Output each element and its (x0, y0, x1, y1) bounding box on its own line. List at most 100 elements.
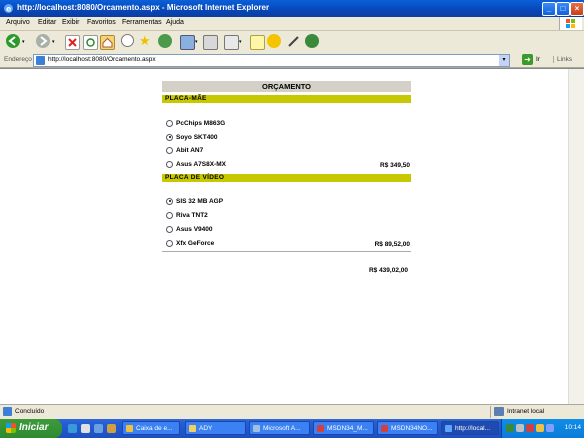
close-button[interactable]: × (570, 2, 584, 16)
address-bar: Endereço http://localhost:8080/Orcamento… (0, 53, 584, 68)
radio-button[interactable] (166, 225, 173, 233)
page-done-icon (3, 407, 12, 416)
option-soyo[interactable]: Soyo SKT400 (166, 133, 218, 142)
menu-editar[interactable]: Editar (38, 19, 56, 26)
radio-button[interactable] (166, 239, 173, 247)
mail-dropdown-icon[interactable]: ▾ (195, 39, 198, 45)
vertical-scrollbar[interactable] (568, 69, 584, 405)
section-price: R$ 89,52,00 (374, 241, 410, 248)
menu-arquivo[interactable]: Arquivo (6, 19, 30, 26)
doc-task-icon (317, 425, 324, 432)
tray-icon[interactable] (536, 424, 544, 432)
window-title: http://localhost:8080/Orcamento.aspx - M… (17, 3, 270, 12)
research-icon[interactable] (287, 35, 300, 48)
ie-icon: e (4, 4, 13, 14)
task-msdn34no[interactable]: MSDN34NO... (377, 421, 438, 435)
discuss-icon[interactable] (250, 35, 265, 50)
print-icon[interactable] (203, 35, 218, 50)
start-button[interactable]: Iniciar (0, 419, 62, 438)
home-icon[interactable] (100, 35, 115, 50)
mail-task-icon (126, 425, 133, 432)
status-text: Concluído (15, 408, 45, 415)
radio-button[interactable] (166, 119, 173, 127)
refresh-icon[interactable] (83, 35, 98, 50)
section-placa-video: PLACA DE VÍDEO (162, 174, 411, 182)
favorites-icon[interactable]: ★ (139, 33, 151, 49)
status-bar: Concluído Intranet local (0, 404, 584, 419)
app-task-icon (253, 425, 260, 432)
menu-bar: Arquivo Editar Exibir Favoritos Ferramen… (0, 17, 584, 31)
address-dropdown-icon[interactable]: ▾ (499, 55, 509, 66)
address-field[interactable]: http://localhost:8080/Orcamento.aspx ▾ (33, 54, 510, 67)
maximize-button[interactable]: □ (556, 2, 570, 16)
security-zone: Intranet local (490, 406, 581, 418)
radio-button[interactable] (166, 146, 173, 154)
task-ie-localhost[interactable]: http://local... (441, 421, 499, 435)
quicklaunch-outlook-icon[interactable] (81, 424, 90, 433)
address-url[interactable]: http://localhost:8080/Orcamento.aspx (48, 56, 156, 63)
go-arrow-icon[interactable]: ➜ (522, 54, 533, 65)
ie-task-icon (445, 425, 452, 432)
folder-task-icon (189, 425, 196, 432)
radio-button-selected[interactable] (166, 197, 173, 205)
forward-icon[interactable] (36, 34, 50, 48)
menu-ferramentas[interactable]: Ferramentas (122, 19, 162, 26)
back-icon[interactable] (6, 34, 20, 48)
menu-ajuda[interactable]: Ajuda (166, 19, 184, 26)
links-button[interactable]: Links (553, 56, 572, 63)
search-icon[interactable] (121, 34, 134, 47)
windows-flag-icon (559, 17, 582, 30)
messenger-icon[interactable] (267, 34, 281, 48)
svg-text:e: e (6, 5, 12, 14)
go-button[interactable]: Ir (536, 56, 540, 63)
back-dropdown-icon[interactable]: ▾ (22, 39, 25, 45)
option-pcchips[interactable]: PcChips M863G (166, 119, 225, 128)
radio-button-selected[interactable] (166, 133, 173, 141)
task-ady[interactable]: ADY (185, 421, 246, 435)
radio-button[interactable] (166, 211, 173, 219)
option-sis[interactable]: SIS 32 MB AGP (166, 197, 223, 206)
total-price: R$ 439,02,00 (368, 267, 408, 274)
section-price: R$ 349,50 (380, 162, 410, 169)
form-title: ORÇAMENTO (162, 81, 411, 92)
quicklaunch-desktop-icon[interactable] (94, 424, 103, 433)
menu-favoritos[interactable]: Favoritos (87, 19, 116, 26)
menu-exibir[interactable]: Exibir (62, 19, 80, 26)
option-riva[interactable]: Riva TNT2 (166, 211, 208, 220)
windows-logo-icon (6, 423, 16, 433)
history-icon[interactable] (158, 34, 172, 48)
quicklaunch-ie-icon[interactable] (68, 424, 77, 433)
quicklaunch-media-icon[interactable] (107, 424, 116, 433)
intranet-icon (494, 407, 504, 416)
tray-icon[interactable] (546, 424, 554, 432)
radio-button[interactable] (166, 160, 173, 168)
title-bar: e http://localhost:8080/Orcamento.aspx -… (0, 0, 584, 17)
forward-dropdown-icon[interactable]: ▾ (52, 39, 55, 45)
option-asus-v9400[interactable]: Asus V9400 (166, 225, 213, 234)
mail-icon[interactable] (180, 35, 195, 50)
option-asus-a7s8x[interactable]: Asus A7S8X-MX (166, 160, 226, 169)
task-caixa[interactable]: Caixa de e... (122, 421, 180, 435)
taskbar: Iniciar Caixa de e... ADY Microsoft A...… (0, 419, 584, 438)
msn-icon[interactable] (305, 34, 319, 48)
option-abit[interactable]: Abit AN7 (166, 146, 203, 155)
tray-icon[interactable] (516, 424, 524, 432)
tray-icon[interactable] (526, 424, 534, 432)
page-icon (36, 56, 45, 65)
doc-task-icon (381, 425, 388, 432)
toolbar: ▾ ▾ ★ ▾ ▾ (0, 31, 584, 54)
system-tray: 10:14 (501, 419, 584, 438)
task-msdn34-m[interactable]: MSDN34_M... (313, 421, 374, 435)
edit-icon[interactable] (224, 35, 239, 50)
option-xfx[interactable]: Xfx GeForce (166, 239, 214, 248)
tray-icon[interactable] (506, 424, 514, 432)
edit-dropdown-icon[interactable]: ▾ (239, 39, 242, 45)
clock[interactable]: 10:14 (565, 424, 581, 431)
stop-icon[interactable] (65, 35, 80, 50)
zone-text: Intranet local (507, 408, 545, 415)
task-microsoft-access[interactable]: Microsoft A... (249, 421, 310, 435)
address-label: Endereço (4, 56, 32, 63)
divider (162, 251, 411, 252)
minimize-button[interactable]: _ (542, 2, 556, 16)
section-placa-mae: PLACA-MÃE (162, 95, 411, 103)
